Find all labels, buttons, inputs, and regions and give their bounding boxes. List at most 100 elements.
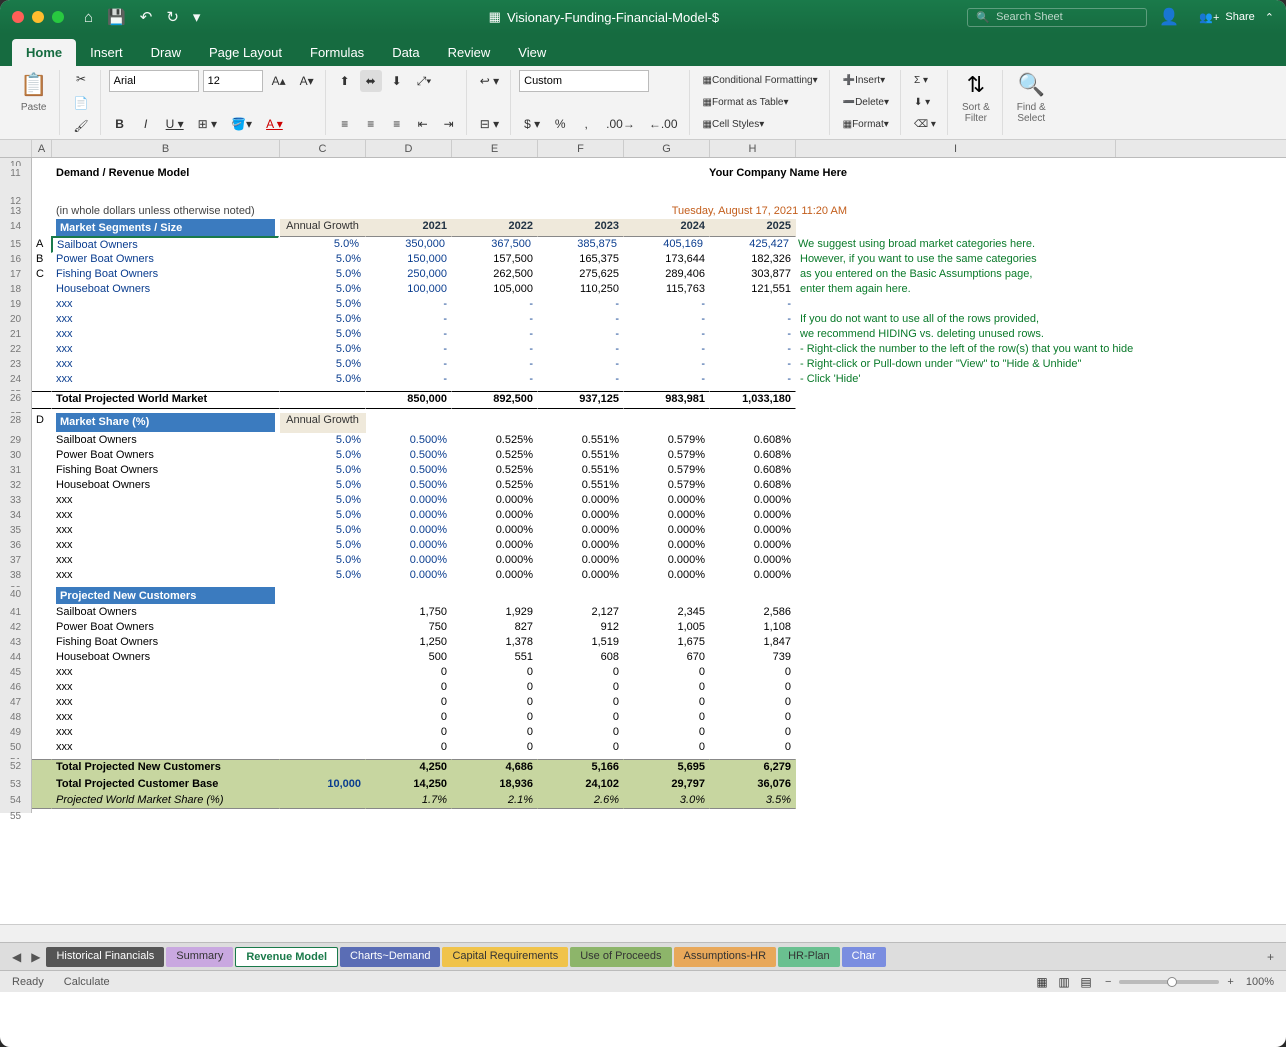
autosum-icon[interactable]: Σ ▾ [909,70,941,90]
cell-value[interactable]: 173,644 [624,252,710,267]
cell-value[interactable]: - [452,297,538,312]
share-value[interactable]: 0.551% [538,433,624,448]
share-value[interactable]: 0.000% [452,493,538,508]
cust-value[interactable]: 0 [452,665,538,680]
share-value[interactable]: 0.000% [366,508,452,523]
row-header[interactable]: 15 [0,237,32,252]
segment-name[interactable]: xxx [52,740,280,755]
share-value[interactable]: 0.000% [538,568,624,583]
col-header-E[interactable]: E [452,140,538,157]
cust-value[interactable]: 739 [710,650,796,665]
cust-value[interactable]: 0 [366,725,452,740]
growth-rate[interactable]: 5.0% [280,297,366,312]
sheet-tab-char[interactable]: Char [842,947,886,967]
col-header-G[interactable]: G [624,140,710,157]
segment-name[interactable]: Fishing Boat Owners [52,635,280,650]
row-header[interactable]: 42 [0,620,32,635]
cust-value[interactable]: 0 [710,725,796,740]
cell-value[interactable]: 110,250 [538,282,624,297]
cell-value[interactable]: 100,000 [366,282,452,297]
cust-value[interactable]: 0 [366,740,452,755]
row-header[interactable]: 31 [0,463,32,478]
cell-value[interactable]: - [624,372,710,387]
growth-rate[interactable]: 5.0% [280,312,366,327]
cell[interactable] [280,605,366,620]
fill-color-button[interactable]: 🪣▾ [226,113,257,135]
col-header-I[interactable]: I [796,140,1116,157]
segment-name[interactable]: xxx [52,538,280,553]
row-header[interactable]: 19 [0,297,32,312]
cust-value[interactable]: 0 [710,740,796,755]
share-value[interactable]: 0.000% [710,523,796,538]
cell-value[interactable]: - [624,342,710,357]
col-header-B[interactable]: B [52,140,280,157]
share-value[interactable]: 0.000% [452,538,538,553]
cell-value[interactable]: - [710,312,796,327]
bold-button[interactable]: B [109,113,131,135]
cell-value[interactable]: - [366,312,452,327]
align-bottom-icon[interactable]: ⬇ [386,70,408,92]
share-value[interactable]: 0.525% [452,448,538,463]
cell-value[interactable]: - [624,297,710,312]
cust-value[interactable]: 1,675 [624,635,710,650]
cut-icon[interactable]: ✂ [68,70,93,88]
format-cells-button[interactable]: ▦ Format ▾ [838,115,894,135]
row-header[interactable]: 35 [0,523,32,538]
share-value[interactable]: 0.000% [538,553,624,568]
share-value[interactable]: 0.000% [710,493,796,508]
cust-value[interactable]: 0 [538,740,624,755]
share-value[interactable]: 0.000% [366,568,452,583]
segment-name[interactable]: Sailboat Owners [51,236,279,253]
normal-view-icon[interactable]: ▦ [1031,971,1053,993]
cell-value[interactable]: 303,877 [710,267,796,282]
cell-value[interactable]: - [366,342,452,357]
share-value[interactable]: 0.000% [624,568,710,583]
cust-value[interactable]: 0 [624,665,710,680]
cell-value[interactable]: - [366,327,452,342]
fill-icon[interactable]: ⬇ ▾ [909,92,941,112]
growth-rate[interactable]: 5.0% [278,237,364,252]
share-value[interactable]: 0.500% [366,433,452,448]
save-icon[interactable]: 💾 [107,8,126,26]
cell-value[interactable]: 150,000 [366,252,452,267]
row-header[interactable]: 21 [0,327,32,342]
ribbon-tab-formulas[interactable]: Formulas [296,39,378,66]
share-value[interactable]: 0.579% [624,448,710,463]
align-right-icon[interactable]: ≡ [386,113,408,135]
ribbon-tab-home[interactable]: Home [12,39,76,66]
cust-value[interactable]: 1,108 [710,620,796,635]
spreadsheet-grid[interactable]: ABCDEFGHI 1011Demand / Revenue ModelYour… [0,140,1286,924]
sheet-tab-summary[interactable]: Summary [166,947,233,967]
cell-value[interactable]: 405,169 [622,237,708,252]
row-header[interactable]: 17 [0,267,32,282]
cust-value[interactable]: 670 [624,650,710,665]
share-value[interactable]: 0.000% [452,568,538,583]
share-value[interactable]: 0.000% [710,553,796,568]
decrease-font-icon[interactable]: A▾ [295,70,319,92]
cust-value[interactable]: 0 [366,710,452,725]
cell[interactable] [280,759,366,777]
cell-value[interactable]: - [624,327,710,342]
col-header-A[interactable]: A [32,140,52,157]
growth-rate[interactable]: 5.0% [280,553,366,568]
growth-rate[interactable]: 5.0% [280,267,366,282]
share-value[interactable]: 0.000% [710,538,796,553]
close-window[interactable] [12,11,24,23]
copy-icon[interactable]: 📄 [68,94,93,112]
cell-value[interactable]: 275,625 [538,267,624,282]
row-header[interactable]: 24 [0,372,32,387]
ribbon-tab-page-layout[interactable]: Page Layout [195,39,296,66]
col-header-F[interactable]: F [538,140,624,157]
row-header[interactable]: 18 [0,282,32,297]
wrap-text-icon[interactable]: ↩ ▾ [475,70,504,92]
redo-icon[interactable]: ↻ [166,8,179,26]
share-value[interactable]: 0.579% [624,433,710,448]
number-format-select[interactable]: Custom [519,70,649,92]
share-value[interactable]: 0.500% [366,478,452,493]
share-value[interactable]: 0.000% [452,508,538,523]
cust-value[interactable]: 1,750 [366,605,452,620]
row-header[interactable]: 30 [0,448,32,463]
cell-value[interactable]: 165,375 [538,252,624,267]
horizontal-scrollbar[interactable] [0,924,1286,942]
segment-name[interactable]: xxx [52,523,280,538]
